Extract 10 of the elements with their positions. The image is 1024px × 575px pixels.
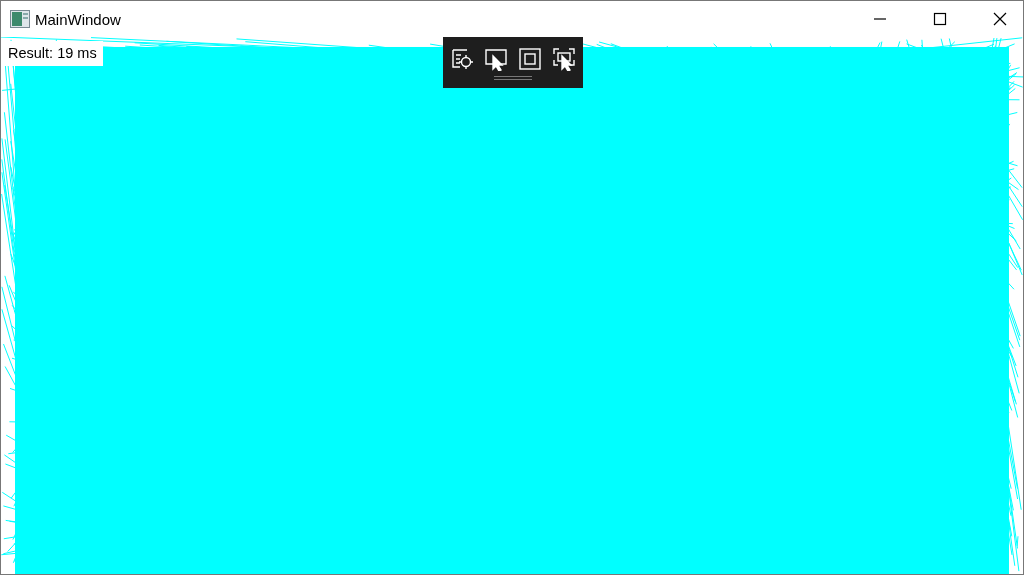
cursor-icon[interactable]	[484, 47, 508, 71]
window-title: MainWindow	[35, 10, 121, 28]
close-icon	[993, 12, 1007, 26]
app-icon	[10, 10, 30, 28]
drag-grip-icon[interactable]	[494, 76, 532, 80]
cursor-frame-icon[interactable]	[552, 47, 576, 71]
select-element-icon[interactable]	[450, 47, 474, 71]
result-label: Result: 19 ms	[1, 41, 103, 66]
maximize-icon	[933, 12, 947, 26]
square-frame-icon[interactable]	[518, 47, 542, 71]
